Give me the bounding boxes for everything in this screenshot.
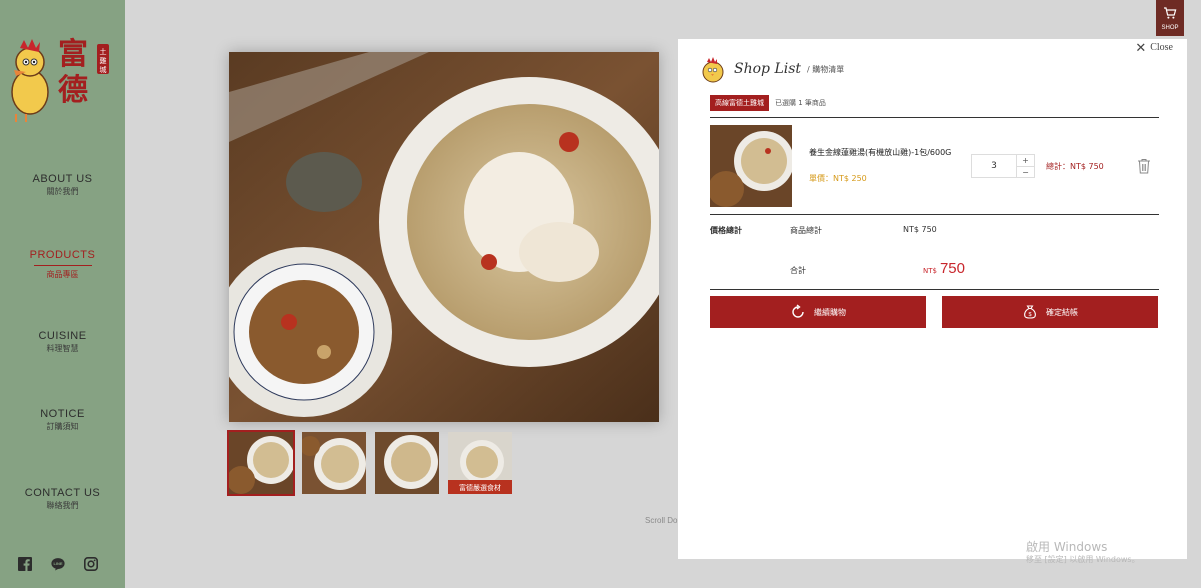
continue-shopping-label: 繼續購物: [814, 307, 846, 317]
nav-contact-en: CONTACT US: [24, 487, 101, 499]
nav-cuisine-en: CUISINE: [38, 330, 87, 342]
cart-item-total: 總計：NT$ 750: [1046, 162, 1104, 171]
product-main-image[interactable]: [229, 52, 659, 422]
quantity-increase-button[interactable]: +: [1017, 155, 1034, 167]
shop-cart-button[interactable]: SHOP: [1156, 0, 1184, 36]
quantity-stepper[interactable]: 3 + −: [971, 154, 1035, 178]
nav-cuisine[interactable]: CUISINE 料理智慧: [0, 329, 125, 355]
nav-about-en: ABOUT US: [32, 173, 93, 185]
nav-products-en: PRODUCTS: [29, 249, 96, 261]
subtotal-label: 商品總計: [790, 226, 822, 235]
checkout-label: 確定結帳: [1046, 307, 1078, 317]
instagram-icon[interactable]: [84, 557, 98, 571]
continue-shopping-button[interactable]: 繼續購物: [710, 296, 926, 328]
svg-text:土: 土: [100, 47, 107, 56]
grand-total-value: 750: [939, 260, 965, 277]
store-item-count: 已選購 1 筆商品: [775, 99, 826, 107]
money-bag-icon: $: [1024, 305, 1036, 319]
nav-products[interactable]: PRODUCTS 商品專區: [0, 248, 125, 281]
thumbnail-2[interactable]: [302, 432, 366, 494]
divider: [710, 117, 1159, 118]
scroll-hint: Scroll Do: [645, 516, 678, 525]
sidebar: 富 德 土 雞 城 ABOUT US 關於我們 PRODUCTS 商品專區 CU…: [0, 0, 125, 588]
facebook-icon[interactable]: [18, 557, 32, 571]
brand-char-2: 德: [58, 73, 88, 108]
store-row: 高線富德土雞城 已選購 1 筆商品: [710, 95, 826, 111]
nav-about[interactable]: ABOUT US 關於我們: [0, 172, 125, 198]
nav-about-zh: 關於我們: [46, 187, 79, 196]
cart-title: Shop List: [734, 61, 802, 77]
quantity-decrease-button[interactable]: −: [1017, 167, 1034, 178]
divider: [710, 214, 1159, 215]
svg-text:雞: 雞: [100, 56, 107, 65]
thumbnail-banner-text: 富德嚴選食材: [459, 483, 501, 492]
svg-text:LINE: LINE: [53, 561, 62, 566]
nav-contact[interactable]: CONTACT US 聯絡我們: [0, 486, 125, 512]
cart-subtitle-text: 購物清單: [812, 64, 845, 74]
quantity-value[interactable]: 3: [972, 155, 1016, 177]
svg-text:$: $: [1028, 312, 1031, 318]
site-logo[interactable]: 富 德 土 雞 城: [6, 18, 118, 130]
cart-item-name[interactable]: 養生金線蓮雞湯(有機放山雞)-1包/600G: [809, 147, 954, 159]
thumbnail-1[interactable]: [227, 430, 295, 496]
divider: [710, 289, 1159, 290]
nav-notice-zh: 訂購須知: [46, 422, 79, 431]
nav-notice[interactable]: NOTICE 訂購須知: [0, 407, 125, 433]
nav-active-divider: [33, 265, 92, 266]
thumbnail-4[interactable]: 富德嚴選食材: [448, 432, 512, 494]
refresh-icon: [792, 304, 804, 318]
store-badge: 高線富德土雞城: [710, 95, 769, 111]
cart-item-unit-price: 單價：NT$ 250: [809, 174, 867, 183]
cart-panel: ✕ Close Shop List / 購物清單 高線富德土雞城 已選購 1 筆…: [678, 39, 1187, 559]
shop-label: SHOP: [1161, 25, 1179, 31]
cart-item-image[interactable]: [710, 125, 792, 207]
nav-contact-zh: 聯絡我們: [46, 501, 79, 510]
svg-text:城: 城: [100, 66, 107, 74]
grand-total: NT$ 750: [923, 260, 965, 277]
cart-icon: [1164, 7, 1177, 19]
cart-subtitle: / 購物清單: [807, 64, 845, 74]
cart-header: Shop List / 購物清單: [698, 54, 844, 84]
trash-icon[interactable]: [1137, 158, 1151, 174]
chicken-mascot-icon: [702, 57, 724, 83]
subtotal-value: NT$ 750: [903, 225, 937, 234]
close-icon: ✕: [1135, 39, 1147, 55]
line-icon[interactable]: LINE: [51, 557, 65, 571]
nav-notice-en: NOTICE: [40, 408, 85, 420]
close-button[interactable]: ✕ Close: [1135, 39, 1173, 55]
quantity-buttons: + −: [1016, 155, 1034, 177]
thumbnail-3[interactable]: [375, 432, 439, 494]
windows-watermark-subtitle: 移至 [設定] 以啟用 Windows。: [1026, 555, 1140, 564]
brand-char-1: 富: [58, 37, 88, 72]
close-label: Close: [1150, 42, 1173, 53]
nav-products-zh: 商品專區: [46, 270, 79, 279]
windows-watermark-title: 啟用 Windows: [1026, 540, 1108, 554]
checkout-button[interactable]: $ 確定結帳: [942, 296, 1158, 328]
summary-section-label: 價格總計: [710, 226, 742, 235]
total-label: 合計: [790, 266, 806, 275]
grand-total-currency: NT$: [923, 267, 937, 275]
nav-cuisine-zh: 料理智慧: [46, 344, 79, 353]
